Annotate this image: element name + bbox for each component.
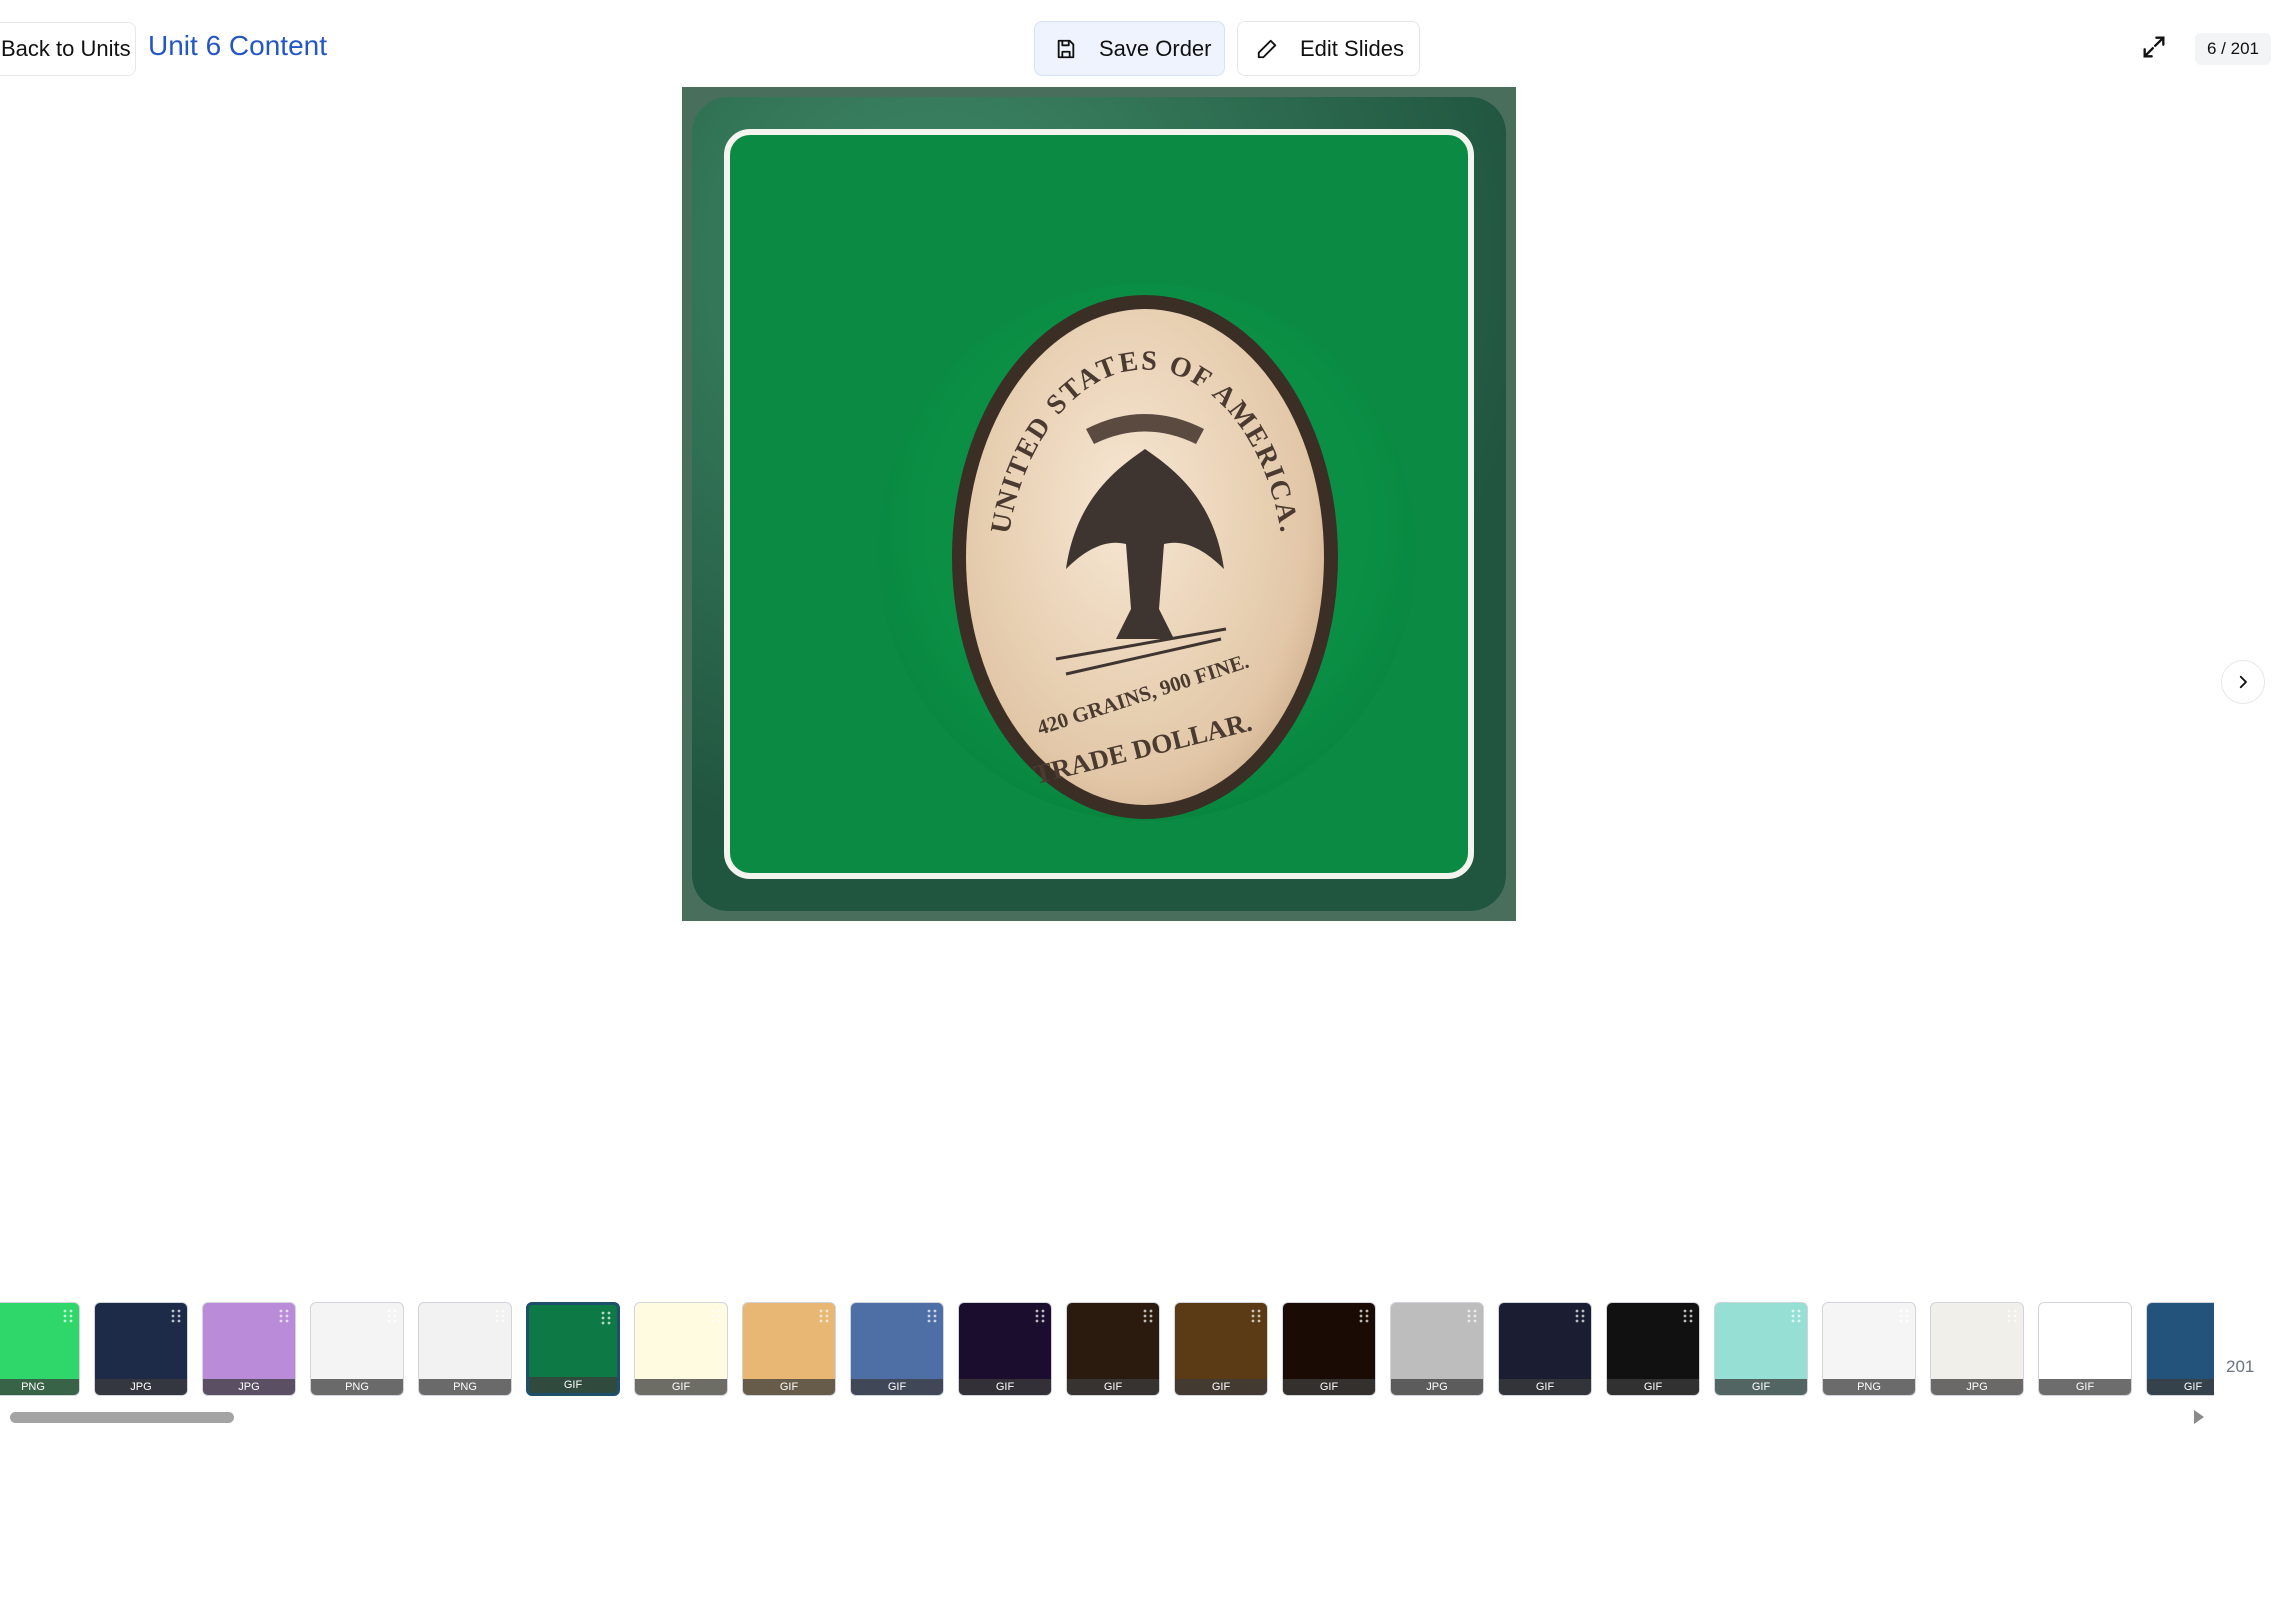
thumbnail-type-label: GIF bbox=[743, 1379, 835, 1395]
coin-face: UNITED STATES OF AMERICA. 420 GRAINS, 90… bbox=[966, 309, 1324, 805]
thumbnail-type-label: GIF bbox=[1715, 1379, 1807, 1395]
thumbnail-type-label: PNG bbox=[0, 1379, 79, 1395]
chevron-right-icon bbox=[2239, 675, 2247, 689]
drag-handle-icon[interactable] bbox=[1467, 1309, 1477, 1323]
save-icon bbox=[1057, 39, 1075, 58]
slide-thumbnail[interactable]: JPG bbox=[1930, 1302, 2024, 1396]
drag-handle-icon[interactable] bbox=[387, 1309, 397, 1323]
drag-handle-icon[interactable] bbox=[1899, 1309, 1909, 1323]
current-slide-image: UNITED STATES OF AMERICA. 420 GRAINS, 90… bbox=[682, 87, 1516, 921]
slide-thumbnail[interactable]: PNG bbox=[1822, 1302, 1916, 1396]
drag-handle-icon[interactable] bbox=[1143, 1309, 1153, 1323]
thumbnail-type-label: JPG bbox=[95, 1379, 187, 1395]
thumbnail-type-label: PNG bbox=[311, 1379, 403, 1395]
drag-handle-icon[interactable] bbox=[819, 1309, 829, 1323]
slide-thumbnail[interactable]: PNG bbox=[418, 1302, 512, 1396]
drag-handle-icon[interactable] bbox=[711, 1309, 721, 1323]
coin-engraving: UNITED STATES OF AMERICA. 420 GRAINS, 90… bbox=[985, 345, 1303, 790]
thumbnail-type-label: PNG bbox=[419, 1379, 511, 1395]
back-to-units-button[interactable]: Back to Units bbox=[0, 22, 136, 76]
scrollbar-thumb[interactable] bbox=[10, 1412, 234, 1423]
slide-thumbnail[interactable]: JPG bbox=[94, 1302, 188, 1396]
drag-handle-icon[interactable] bbox=[2007, 1309, 2017, 1323]
drag-handle-icon[interactable] bbox=[1251, 1309, 1261, 1323]
fullscreen-icon[interactable] bbox=[2140, 33, 2168, 61]
drag-handle-icon[interactable] bbox=[1359, 1309, 1369, 1323]
drag-handle-icon[interactable] bbox=[171, 1309, 181, 1323]
thumbnail-type-label: GIF bbox=[1283, 1379, 1375, 1395]
slide-viewer: Back to Units Unit 6 Content Save Order … bbox=[0, 0, 2293, 1624]
coin-case-frame: UNITED STATES OF AMERICA. 420 GRAINS, 90… bbox=[692, 97, 1506, 911]
slide-filmstrip[interactable]: PNG JPG JPG PNG PNG GIF GIF GIF GIF GIF GIF GIF GIF J… bbox=[0, 1302, 2214, 1398]
thumbnail-type-label: GIF bbox=[1499, 1379, 1591, 1395]
thumbnail-type-label: JPG bbox=[1391, 1379, 1483, 1395]
slide-thumbnail[interactable]: GIF bbox=[742, 1302, 836, 1396]
drag-handle-icon[interactable] bbox=[601, 1311, 611, 1325]
drag-handle-icon[interactable] bbox=[495, 1309, 505, 1323]
thumbnail-type-label: GIF bbox=[529, 1377, 617, 1393]
drag-handle-icon[interactable] bbox=[927, 1309, 937, 1323]
thumbnail-type-label: GIF bbox=[1607, 1379, 1699, 1395]
drag-handle-icon[interactable] bbox=[1035, 1309, 1045, 1323]
slide-thumbnail[interactable]: GIF bbox=[958, 1302, 1052, 1396]
slide-thumbnail[interactable]: GIF bbox=[850, 1302, 944, 1396]
slide-thumbnail[interactable]: GIF bbox=[634, 1302, 728, 1396]
edit-slides-button[interactable]: Edit Slides bbox=[1237, 21, 1420, 76]
slide-thumbnail[interactable]: GIF bbox=[1606, 1302, 1700, 1396]
slide-thumbnail[interactable]: GIF bbox=[1714, 1302, 1808, 1396]
thumbnail-type-label: GIF bbox=[2147, 1379, 2214, 1395]
drag-handle-icon[interactable] bbox=[1575, 1309, 1585, 1323]
thumbnail-type-label: GIF bbox=[2039, 1379, 2131, 1395]
coin-case-velvet: UNITED STATES OF AMERICA. 420 GRAINS, 90… bbox=[724, 129, 1474, 879]
thumbnail-type-label: GIF bbox=[1175, 1379, 1267, 1395]
drag-handle-icon[interactable] bbox=[1791, 1309, 1801, 1323]
drag-handle-icon[interactable] bbox=[63, 1309, 73, 1323]
scroll-right-arrow-icon[interactable] bbox=[2194, 1410, 2204, 1424]
thumbnail-type-label: PNG bbox=[1823, 1379, 1915, 1395]
thumbnail-type-label: JPG bbox=[203, 1379, 295, 1395]
slide-counter: 6 / 201 bbox=[2195, 33, 2271, 65]
save-order-button[interactable]: Save Order bbox=[1034, 21, 1225, 76]
thumbnail-type-label: GIF bbox=[635, 1379, 727, 1395]
slide-thumbnail[interactable]: GIF bbox=[2146, 1302, 2214, 1396]
thumbnail-type-label: GIF bbox=[1067, 1379, 1159, 1395]
total-slide-count: 201 bbox=[2226, 1357, 2255, 1376]
slide-thumbnail[interactable]: GIF bbox=[2038, 1302, 2132, 1396]
drag-handle-icon[interactable] bbox=[2115, 1309, 2125, 1323]
save-order-label: Save Order bbox=[1099, 35, 1212, 61]
drag-handle-icon[interactable] bbox=[1683, 1309, 1693, 1323]
slide-thumbnail[interactable]: PNG bbox=[0, 1302, 80, 1396]
slide-thumbnail[interactable]: JPG bbox=[1390, 1302, 1484, 1396]
thumbnail-type-label: GIF bbox=[959, 1379, 1051, 1395]
next-slide-button[interactable] bbox=[2221, 660, 2265, 704]
drag-handle-icon[interactable] bbox=[279, 1309, 289, 1323]
slide-thumbnail[interactable]: PNG bbox=[310, 1302, 404, 1396]
slide-thumbnail[interactable]: GIF bbox=[1282, 1302, 1376, 1396]
slide-thumbnail[interactable]: GIF bbox=[1498, 1302, 1592, 1396]
back-to-units-label: Back to Units bbox=[1, 36, 131, 61]
edit-slides-label: Edit Slides bbox=[1300, 35, 1404, 61]
slide-thumbnail[interactable]: GIF bbox=[1174, 1302, 1268, 1396]
pencil-icon bbox=[1257, 39, 1277, 58]
thumbnail-type-label: GIF bbox=[851, 1379, 943, 1395]
slide-thumbnail[interactable]: GIF bbox=[1066, 1302, 1160, 1396]
filmstrip-scrollbar[interactable] bbox=[0, 1408, 2214, 1426]
slide-thumbnail[interactable]: JPG bbox=[202, 1302, 296, 1396]
trade-dollar-coin: UNITED STATES OF AMERICA. 420 GRAINS, 90… bbox=[952, 295, 1338, 819]
slide-thumbnail[interactable]: GIF bbox=[526, 1302, 620, 1396]
page-title[interactable]: Unit 6 Content bbox=[148, 30, 327, 62]
thumbnail-type-label: JPG bbox=[1931, 1379, 2023, 1395]
